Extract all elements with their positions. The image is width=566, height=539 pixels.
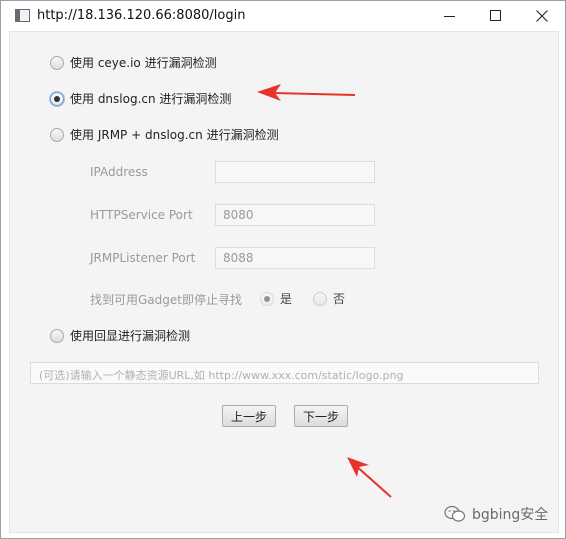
option-jrmp[interactable]: 使用 JRMP + dnslog.cn 进行漏洞检测 xyxy=(50,126,279,143)
radio-echo[interactable] xyxy=(50,328,64,343)
wechat-icon xyxy=(444,505,466,522)
http-port-label: HTTPService Port xyxy=(90,208,193,222)
window-icon xyxy=(15,9,30,22)
stop-yes-option[interactable]: 是 xyxy=(260,290,292,307)
title-bar[interactable]: http://18.136.120.66:8080/login xyxy=(1,1,565,31)
prev-button[interactable]: 上一步 xyxy=(222,405,276,427)
close-button[interactable] xyxy=(519,1,565,31)
ip-address-label: IPAddress xyxy=(90,165,148,179)
static-url-input[interactable]: (可选)请输入一个静态资源URL,如 http://www.xxx.com/st… xyxy=(30,362,539,384)
radio-dnslog[interactable] xyxy=(50,91,64,106)
app-window: http://18.136.120.66:8080/login 使用 ceye.… xyxy=(0,0,566,539)
minimize-button[interactable] xyxy=(427,1,473,31)
option-dnslog[interactable]: 使用 dnslog.cn 进行漏洞检测 xyxy=(50,90,231,107)
stop-no-label: 否 xyxy=(333,292,346,306)
window-title: http://18.136.120.66:8080/login xyxy=(37,8,246,23)
option-dnslog-label: 使用 dnslog.cn 进行漏洞检测 xyxy=(70,92,232,106)
ip-address-input[interactable] xyxy=(215,161,375,183)
option-ceye-label: 使用 ceye.io 进行漏洞检测 xyxy=(70,56,217,70)
option-ceye[interactable]: 使用 ceye.io 进行漏洞检测 xyxy=(50,54,217,71)
maximize-button[interactable] xyxy=(473,1,519,31)
http-port-input[interactable]: 8080 xyxy=(215,204,375,226)
watermark-text: bgbing安全 xyxy=(472,507,549,523)
radio-stop-yes[interactable] xyxy=(260,291,274,306)
annotation-arrow-icon xyxy=(347,457,392,498)
option-echo[interactable]: 使用回显进行漏洞检测 xyxy=(50,327,190,344)
radio-stop-no[interactable] xyxy=(313,291,327,306)
stop-yes-label: 是 xyxy=(280,292,293,306)
jrmp-port-label: JRMPListener Port xyxy=(90,251,196,265)
watermark: bgbing安全 xyxy=(444,504,548,524)
radio-ceye[interactable] xyxy=(50,55,64,70)
radio-jrmp[interactable] xyxy=(50,127,64,142)
option-jrmp-label: 使用 JRMP + dnslog.cn 进行漏洞检测 xyxy=(70,128,279,142)
close-icon xyxy=(536,10,548,22)
next-button[interactable]: 下一步 xyxy=(294,405,348,427)
stop-no-option[interactable]: 否 xyxy=(313,290,345,307)
stop-on-gadget-label: 找到可用Gadget即停止寻找 xyxy=(90,293,242,307)
jrmp-port-input[interactable]: 8088 xyxy=(215,247,375,269)
form-panel: 使用 ceye.io 进行漏洞检测 使用 dnslog.cn 进行漏洞检测 使用… xyxy=(9,31,559,533)
option-echo-label: 使用回显进行漏洞检测 xyxy=(70,329,191,343)
annotation-arrow-icon xyxy=(257,84,356,101)
